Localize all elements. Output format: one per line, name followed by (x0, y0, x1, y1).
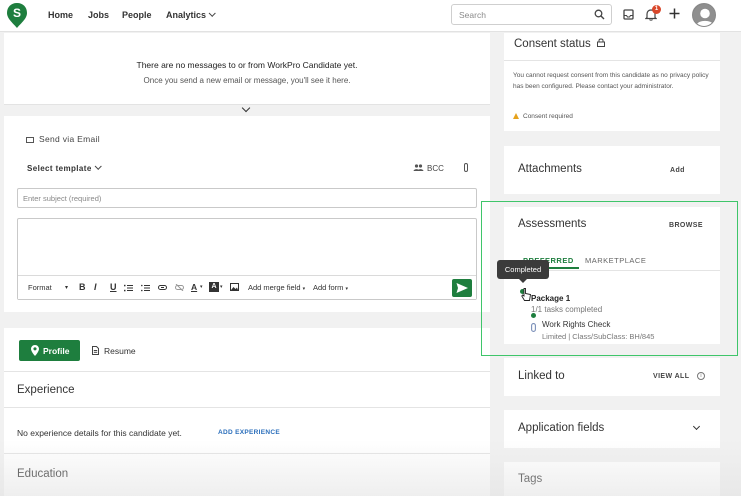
consent-status-title: Consent status (514, 38, 605, 50)
linked-to-card: Linked to VIEW ALL (504, 358, 720, 396)
send-icon (456, 283, 468, 293)
form-caret-icon: ▾ (345, 286, 349, 292)
profile-tab[interactable]: Profile (19, 340, 80, 361)
format-caret-icon[interactable]: ▾ (65, 284, 68, 291)
highlight-caret-icon[interactable]: ▾ (220, 284, 223, 290)
top-navigation-bar: S Home Jobs People Analytics 1 (0, 0, 741, 32)
notification-badge: 1 (652, 5, 661, 14)
assessments-highlight-frame (481, 201, 738, 356)
bcc-label: BCC (427, 164, 444, 173)
user-silhouette-icon (693, 4, 715, 26)
no-experience-text: No experience details for this candidate… (17, 428, 182, 438)
view-all-link[interactable]: VIEW ALL (653, 373, 689, 380)
add-form-label: Add form (313, 283, 344, 292)
warning-icon (513, 113, 519, 119)
messages-panel: There are no messages to or from WorkPro… (4, 33, 490, 105)
collapse-chevron-icon[interactable] (241, 103, 251, 113)
bullet-list-icon[interactable] (141, 284, 150, 292)
subject-input[interactable] (23, 194, 463, 203)
text-color-icon[interactable]: A (191, 282, 197, 292)
send-button[interactable] (452, 279, 472, 297)
search-box[interactable] (451, 4, 612, 25)
inbox-icon[interactable] (623, 9, 634, 20)
add-merge-field-dropdown[interactable]: Add merge field ▾ (248, 283, 305, 292)
merge-field-label: Add merge field (248, 283, 301, 292)
consent-status-card: Consent status You cannot request consen… (504, 33, 720, 131)
nav-home[interactable]: Home (48, 10, 73, 20)
add-form-dropdown[interactable]: Add form ▾ (313, 283, 348, 292)
profile-tab-label: Profile (43, 346, 70, 356)
email-composer: Send via Email Select template BCC Forma… (4, 116, 490, 312)
chevron-down-icon (94, 162, 102, 170)
consent-message: You cannot request consent from this can… (513, 72, 709, 90)
experience-heading: Experience (17, 384, 75, 396)
bold-button[interactable]: B (79, 282, 86, 292)
attachments-add-button[interactable]: Add (670, 167, 685, 174)
underline-button[interactable]: U (110, 282, 117, 292)
user-avatar[interactable] (692, 3, 716, 27)
tags-title: Tags (518, 473, 543, 485)
messages-empty-title: There are no messages to or from WorkPro… (136, 60, 358, 70)
location-pin-icon (31, 345, 39, 356)
format-label: Format (28, 283, 52, 292)
tags-card: Tags (504, 462, 720, 496)
lock-icon (596, 38, 605, 47)
email-body-editor[interactable]: Format ▾ B I U A ▾ A ▾ Add merge field ▾… (17, 218, 477, 300)
nav-people[interactable]: People (122, 10, 152, 20)
document-icon (92, 346, 99, 355)
paperclip-icon[interactable] (464, 163, 468, 172)
select-template-dropdown[interactable]: Select template (27, 162, 102, 173)
nav-analytics[interactable]: Analytics (166, 9, 216, 20)
linked-to-title: Linked to (518, 370, 565, 382)
add-experience-link[interactable]: ADD EXPERIENCE (218, 429, 280, 436)
editor-toolbar: Format ▾ B I U A ▾ A ▾ Add merge field ▾… (18, 275, 476, 299)
consent-required-label: Consent required (523, 113, 573, 120)
app-logo-icon[interactable]: S (7, 3, 27, 28)
resume-tab[interactable]: Resume (92, 346, 136, 356)
search-icon[interactable] (594, 9, 605, 20)
application-fields-title: Application fields (518, 422, 605, 434)
send-via-email-label: Send via Email (39, 134, 100, 144)
subject-field[interactable] (17, 188, 477, 208)
education-heading: Education (17, 468, 69, 480)
unlink-icon[interactable] (175, 284, 184, 291)
plus-icon[interactable] (669, 8, 680, 19)
bcc-button[interactable]: BCC (413, 164, 444, 173)
attachments-title: Attachments (518, 163, 582, 175)
profile-panel: Profile Resume Experience No experience … (4, 328, 490, 496)
merge-caret-icon: ▾ (302, 286, 306, 292)
italic-button[interactable]: I (94, 282, 97, 292)
people-icon (413, 164, 424, 171)
resume-tab-label: Resume (104, 346, 136, 356)
search-input[interactable] (459, 10, 589, 20)
svg-text:S: S (13, 6, 21, 20)
chevron-down-icon (208, 9, 216, 17)
divider (4, 371, 490, 372)
application-fields-card[interactable]: Application fields (504, 410, 720, 448)
image-icon[interactable] (230, 283, 239, 291)
consent-title-label: Consent status (514, 38, 591, 50)
consent-required-status: Consent required (513, 113, 573, 120)
attachments-card: Attachments Add (504, 146, 720, 194)
info-icon[interactable]: i (697, 372, 705, 380)
divider (4, 407, 490, 408)
numbered-list-icon[interactable] (124, 284, 133, 292)
format-dropdown[interactable]: Format (28, 283, 52, 292)
link-icon[interactable] (158, 285, 167, 290)
nav-jobs[interactable]: Jobs (88, 10, 109, 20)
divider (504, 60, 720, 61)
divider (4, 453, 490, 454)
highlight-color-icon[interactable]: A (209, 282, 219, 292)
select-template-label: Select template (27, 164, 92, 173)
nav-analytics-label: Analytics (166, 10, 207, 20)
send-via-email-tab[interactable]: Send via Email (26, 134, 100, 144)
text-color-caret-icon[interactable]: ▾ (200, 284, 203, 290)
mail-icon (26, 136, 34, 143)
messages-empty-subtitle: Once you send a new email or message, yo… (143, 76, 351, 85)
